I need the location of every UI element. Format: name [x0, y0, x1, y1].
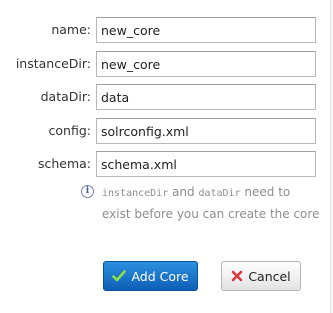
instancedir-label: instanceDir: — [15, 56, 91, 71]
name-input[interactable] — [96, 17, 316, 43]
schema-input[interactable] — [96, 151, 316, 177]
config-label: config: — [48, 123, 91, 138]
instancedir-input[interactable] — [96, 51, 316, 77]
cancel-label: Cancel — [248, 268, 291, 284]
field-row-schema: schema: — [0, 151, 333, 178]
add-core-button[interactable]: Add Core — [103, 261, 198, 291]
config-input[interactable] — [96, 118, 316, 144]
datadir-label: dataDir: — [40, 89, 91, 104]
datadir-code: dataDir — [198, 188, 241, 199]
field-row-name: name: — [0, 17, 333, 44]
name-label: name: — [51, 22, 91, 37]
instancedir-code: instanceDir — [102, 188, 169, 199]
field-row-datadir: dataDir: — [0, 84, 333, 111]
info-note-text: instanceDir and dataDir need to exist be… — [102, 182, 320, 224]
info-icon: i — [81, 185, 94, 198]
schema-label: schema: — [37, 156, 91, 171]
x-icon — [231, 270, 243, 282]
check-icon — [112, 270, 127, 282]
field-row-instancedir: instanceDir: — [0, 51, 333, 78]
add-core-dialog: name: instanceDir: dataDir: config: sche… — [0, 0, 333, 313]
cancel-button[interactable]: Cancel — [221, 261, 301, 291]
note-and: and — [168, 185, 199, 199]
datadir-input[interactable] — [96, 84, 316, 110]
add-core-label: Add Core — [131, 268, 189, 284]
field-row-config: config: — [0, 118, 333, 145]
